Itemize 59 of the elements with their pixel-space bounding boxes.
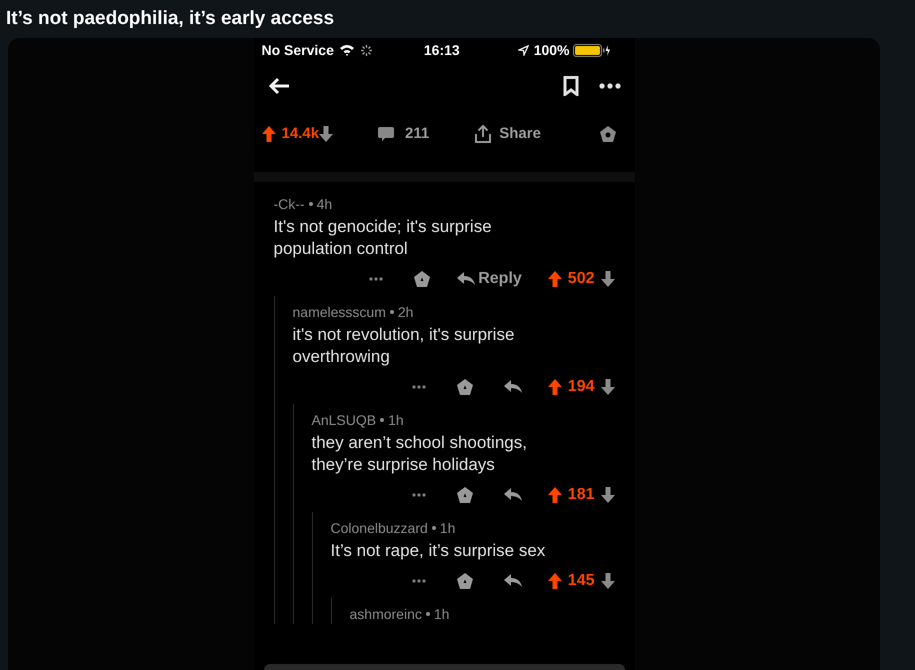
downvote-icon[interactable] xyxy=(600,573,614,589)
upvote-icon[interactable] xyxy=(548,573,562,589)
spinner-icon xyxy=(360,44,372,56)
more-icon[interactable] xyxy=(598,83,620,89)
back-arrow-icon[interactable] xyxy=(268,77,290,95)
separator-dot-icon xyxy=(380,418,384,422)
downvote-icon[interactable] xyxy=(600,271,614,287)
upvote-icon[interactable] xyxy=(548,487,562,503)
comment-author[interactable]: namelessscum xyxy=(292,302,386,322)
reply-icon[interactable] xyxy=(504,380,522,394)
post-title: It’s not paedophilia, it’s early access xyxy=(6,6,334,31)
reply-icon[interactable] xyxy=(504,574,522,588)
comment-score: 194 xyxy=(568,377,594,397)
post-score: 14.4k xyxy=(282,124,320,144)
clock-text: 16:13 xyxy=(424,40,460,60)
separator-dot-icon xyxy=(390,310,394,314)
comment-age: 2h xyxy=(398,302,414,322)
comment-author[interactable]: ashmoreinc xyxy=(350,604,422,624)
upvote-icon[interactable] xyxy=(548,271,562,287)
comment-score: 502 xyxy=(568,269,594,289)
downvote-icon[interactable] xyxy=(319,126,334,142)
reply-icon[interactable] xyxy=(504,488,522,502)
comment-age: 1h xyxy=(388,410,404,430)
reply-button[interactable]: Reply xyxy=(457,267,522,291)
upvote-icon[interactable] xyxy=(548,379,562,395)
location-icon xyxy=(518,44,529,56)
comment-age: 4h xyxy=(316,194,332,214)
separator-dot-icon xyxy=(432,526,436,530)
comment-score: 145 xyxy=(568,571,594,591)
award-icon[interactable] xyxy=(456,486,474,504)
comment-author[interactable]: AnLSUQB xyxy=(312,410,376,430)
carrier-text: No Service xyxy=(262,40,334,60)
comment-text: it's not revolution, it's surprise overthrowing xyxy=(292,324,516,368)
comment-count: 211 xyxy=(405,124,430,144)
award-icon[interactable] xyxy=(456,572,474,590)
separator-dot-icon xyxy=(426,612,430,616)
share-icon[interactable] xyxy=(473,124,494,144)
reply-icon xyxy=(457,272,476,286)
battery-icon xyxy=(572,44,610,56)
comment-text: they aren’t school shootings, they’re surprise holidays xyxy=(312,432,528,476)
comment-author[interactable]: -Ck-- xyxy=(274,194,305,214)
upvote-icon[interactable] xyxy=(262,126,276,142)
award-icon[interactable] xyxy=(413,270,432,288)
comment-age: 1h xyxy=(434,604,450,624)
award-icon[interactable] xyxy=(456,378,474,396)
comment-text: It’s not rape, it’s surprise sex xyxy=(330,540,546,562)
separator-dot-icon xyxy=(308,202,313,206)
comment-score: 181 xyxy=(568,485,594,505)
wifi-icon xyxy=(338,44,355,56)
comment-icon[interactable] xyxy=(377,126,396,142)
comment-age: 1h xyxy=(440,518,456,538)
battery-text: 100% xyxy=(534,40,570,60)
share-button[interactable]: Share xyxy=(499,122,541,146)
comment-author[interactable]: Colonelbuzzard xyxy=(330,518,428,538)
downvote-icon[interactable] xyxy=(600,379,614,395)
bookmark-icon[interactable] xyxy=(562,76,578,96)
downvote-icon[interactable] xyxy=(600,487,614,503)
comment-text: It's not genocide; it's surprise population control xyxy=(274,216,493,260)
award-icon[interactable] xyxy=(598,125,616,143)
